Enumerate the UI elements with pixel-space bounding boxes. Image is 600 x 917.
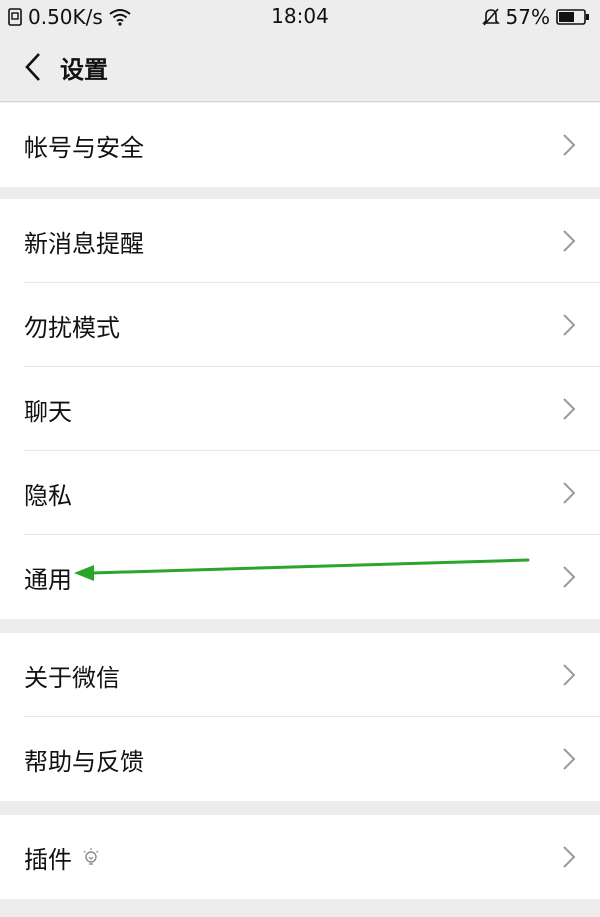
row-plugins[interactable]: 插件 [0, 815, 600, 899]
nav-bar: 设置 [0, 34, 600, 100]
row-label: 聊天 [24, 397, 72, 426]
sim-card-icon [8, 8, 22, 26]
chevron-right-icon [563, 398, 576, 420]
settings-group-plugins: 插件 [0, 815, 600, 899]
chevron-right-icon [563, 482, 576, 504]
wifi-icon [109, 8, 131, 26]
battery-icon [556, 8, 590, 26]
chevron-right-icon [563, 134, 576, 156]
chevron-right-icon [563, 846, 576, 868]
chevron-right-icon [563, 748, 576, 770]
row-label: 关于微信 [24, 663, 120, 692]
row-new-message-alerts[interactable]: 新消息提醒 [0, 199, 600, 283]
chevron-right-icon [563, 314, 576, 336]
chevron-left-icon[interactable] [18, 47, 48, 87]
nav-divider [0, 101, 600, 102]
lightbulb-icon [82, 847, 100, 867]
chevron-right-icon [563, 230, 576, 252]
row-label: 插件 [24, 845, 72, 874]
settings-group-about: 关于微信 帮助与反馈 [0, 633, 600, 801]
chevron-right-icon [563, 566, 576, 588]
status-right: 57% [481, 5, 590, 29]
silent-bell-icon [481, 7, 500, 27]
status-bar: 0.50K/s 18:04 57% [0, 0, 600, 34]
chevron-right-icon [563, 664, 576, 686]
row-label: 通用 [24, 565, 72, 594]
row-label: 隐私 [24, 481, 72, 510]
battery-percent: 57% [505, 5, 550, 29]
row-label: 新消息提醒 [24, 229, 144, 258]
settings-group-main: 新消息提醒 勿扰模式 聊天 隐私 通用 [0, 199, 600, 619]
row-label: 勿扰模式 [24, 313, 120, 342]
row-general[interactable]: 通用 [0, 535, 600, 619]
row-label: 帐号与安全 [24, 133, 144, 162]
row-help-feedback[interactable]: 帮助与反馈 [0, 717, 600, 801]
settings-screen: 0.50K/s 18:04 57% 设置 帐号与安全 新消息提醒 勿扰模式 聊天… [0, 0, 600, 917]
row-about-wechat[interactable]: 关于微信 [0, 633, 600, 717]
row-label: 帮助与反馈 [24, 747, 144, 776]
row-chat[interactable]: 聊天 [0, 367, 600, 451]
row-account-security[interactable]: 帐号与安全 [0, 103, 600, 187]
settings-group-account: 帐号与安全 [0, 103, 600, 187]
row-do-not-disturb[interactable]: 勿扰模式 [0, 283, 600, 367]
status-left: 0.50K/s [8, 5, 131, 29]
row-privacy[interactable]: 隐私 [0, 451, 600, 535]
page-title: 设置 [60, 55, 108, 84]
network-speed: 0.50K/s [28, 5, 103, 29]
